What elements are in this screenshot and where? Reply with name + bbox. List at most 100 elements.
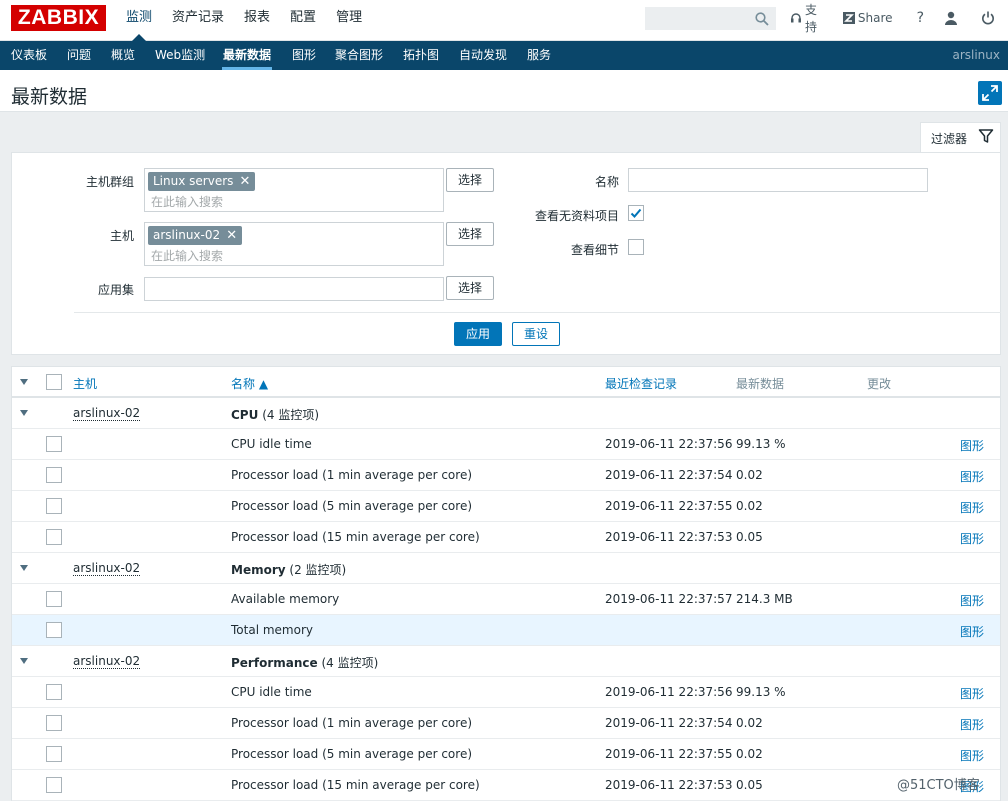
item-last-check: 2019-06-11 22:37:53 xyxy=(605,778,733,792)
graph-link[interactable]: 图形 xyxy=(960,716,984,733)
graph-link[interactable]: 图形 xyxy=(960,623,984,640)
sub-menu-web[interactable]: Web监测 xyxy=(155,41,205,70)
sub-menu-overview[interactable]: 概览 xyxy=(111,41,135,70)
application-input[interactable] xyxy=(144,277,444,301)
item-last-value: 0.02 xyxy=(736,747,763,761)
application-title: Memory xyxy=(231,563,286,577)
graph-link[interactable]: 图形 xyxy=(960,468,984,485)
item-last-value: 0.05 xyxy=(736,778,763,792)
support-label: 支持 xyxy=(804,3,817,34)
sub-menu-maps[interactable]: 拓扑图 xyxy=(403,41,439,70)
table-row: Processor load (15 min average per core)… xyxy=(12,522,1000,553)
remove-chip-icon[interactable]: ✕ xyxy=(226,226,237,245)
table-row: Processor load (1 min average per core) 2… xyxy=(12,708,1000,739)
host-placeholder: 在此输入搜索 xyxy=(151,249,224,263)
share-label: Share xyxy=(857,11,893,25)
main-menu-administration[interactable]: 管理 xyxy=(326,0,372,41)
show-no-data-checkbox[interactable] xyxy=(628,205,644,221)
sub-menu-latest-data[interactable]: 最新数据 xyxy=(221,41,273,70)
row-checkbox[interactable] xyxy=(46,684,62,700)
select-all-checkbox[interactable] xyxy=(46,374,62,390)
main-menu-reports[interactable]: 报表 xyxy=(234,0,280,41)
search-icon[interactable] xyxy=(755,12,769,26)
row-checkbox[interactable] xyxy=(46,715,62,731)
item-name: Processor load (1 min average per core) xyxy=(231,468,473,482)
main-menu-configuration[interactable]: 配置 xyxy=(280,0,326,41)
host-group-select-button[interactable]: 选择 xyxy=(446,168,494,192)
host-chip: arslinux-02 ✕ xyxy=(148,226,243,245)
help-link[interactable]: ? xyxy=(917,10,924,26)
application-select-button[interactable]: 选择 xyxy=(446,276,494,300)
zabbix-logo[interactable]: ZABBIX xyxy=(11,5,106,31)
help-icon: ? xyxy=(916,10,924,26)
share-link[interactable]: Share xyxy=(842,11,893,25)
sub-menu-dashboard[interactable]: 仪表板 xyxy=(11,41,47,70)
logout-link[interactable] xyxy=(981,11,998,25)
row-checkbox[interactable] xyxy=(46,746,62,762)
item-last-value: 0.05 xyxy=(736,530,763,544)
host-group-placeholder: 在此输入搜索 xyxy=(151,195,224,209)
remove-chip-icon[interactable]: ✕ xyxy=(239,172,250,191)
graph-link[interactable]: 图形 xyxy=(960,747,984,764)
host-select-button[interactable]: 选择 xyxy=(446,222,494,246)
row-checkbox[interactable] xyxy=(46,529,62,545)
top-links: 支持 Share ? xyxy=(790,0,1008,36)
row-checkbox[interactable] xyxy=(46,467,62,483)
graph-link[interactable]: 图形 xyxy=(960,592,984,609)
name-input[interactable] xyxy=(628,168,928,192)
host-link[interactable]: arslinux-02 xyxy=(73,561,141,576)
graph-link[interactable]: 图形 xyxy=(960,530,984,547)
host-group-chip-text: Linux servers xyxy=(153,174,234,188)
sub-menu-screens[interactable]: 聚合图形 xyxy=(335,41,383,70)
fullscreen-button[interactable] xyxy=(978,81,1002,105)
user-profile-link[interactable] xyxy=(944,11,961,25)
host-group-multiselect[interactable]: Linux servers ✕ 在此输入搜索 xyxy=(144,168,444,212)
item-last-check: 2019-06-11 22:37:54 xyxy=(605,468,733,482)
collapse-toggle-icon[interactable] xyxy=(20,565,28,571)
item-name: Processor load (15 min average per core) xyxy=(231,778,480,792)
sub-menu-discovery[interactable]: 自动发现 xyxy=(459,41,507,70)
application-title: CPU xyxy=(231,408,259,422)
item-last-check: 2019-06-11 22:37:53 xyxy=(605,530,733,544)
graph-link[interactable]: 图形 xyxy=(960,499,984,516)
application-title: Performance xyxy=(231,656,318,670)
item-last-check: 2019-06-11 22:37:57 xyxy=(605,592,733,606)
search-input[interactable] xyxy=(645,7,776,30)
sub-menu-problems[interactable]: 问题 xyxy=(67,41,91,70)
header-host[interactable]: 主机 xyxy=(73,375,97,392)
application-name: Memory (2 监控项) xyxy=(231,561,346,578)
row-checkbox[interactable] xyxy=(46,436,62,452)
sub-menu-graphs[interactable]: 图形 xyxy=(292,41,316,70)
funnel-icon xyxy=(978,129,994,143)
sub-menu-services[interactable]: 服务 xyxy=(527,41,551,70)
row-checkbox[interactable] xyxy=(46,777,62,793)
host-label: 主机 xyxy=(109,229,134,243)
main-menu-monitoring[interactable]: 监测 xyxy=(116,0,162,41)
page-header xyxy=(0,70,1008,112)
show-details-checkbox[interactable] xyxy=(628,239,644,255)
host-link[interactable]: arslinux-02 xyxy=(73,406,141,421)
filter-divider xyxy=(74,312,1001,313)
latest-data-table: 主机 名称 ▲ 最近检查记录 最新数据 更改 arslinux-02 CPU (4… xyxy=(11,366,1001,801)
collapse-toggle-icon[interactable] xyxy=(20,410,28,416)
header-name[interactable]: 名称 ▲ xyxy=(231,375,268,392)
host-link[interactable]: arslinux-02 xyxy=(73,654,141,669)
item-last-check: 2019-06-11 22:37:55 xyxy=(605,499,733,513)
graph-link[interactable]: 图形 xyxy=(960,437,984,454)
apply-button[interactable]: 应用 xyxy=(454,322,502,346)
row-checkbox[interactable] xyxy=(46,591,62,607)
main-menu-inventory[interactable]: 资产记录 xyxy=(162,0,234,41)
row-checkbox[interactable] xyxy=(46,622,62,638)
collapse-toggle-icon[interactable] xyxy=(20,658,28,664)
application-name: Performance (4 监控项) xyxy=(231,654,378,671)
header-last-check[interactable]: 最近检查记录 xyxy=(605,375,677,392)
row-checkbox[interactable] xyxy=(46,498,62,514)
filter-tab[interactable]: 过滤器 xyxy=(920,122,1001,153)
support-link[interactable]: 支持 xyxy=(790,1,829,35)
table-row: Processor load (1 min average per core) 2… xyxy=(12,460,1000,491)
host-multiselect[interactable]: arslinux-02 ✕ 在此输入搜索 xyxy=(144,222,444,266)
server-name: arslinux xyxy=(952,48,1000,62)
reset-button[interactable]: 重设 xyxy=(512,322,560,346)
graph-link[interactable]: 图形 xyxy=(960,685,984,702)
collapse-all-icon[interactable] xyxy=(20,379,28,385)
